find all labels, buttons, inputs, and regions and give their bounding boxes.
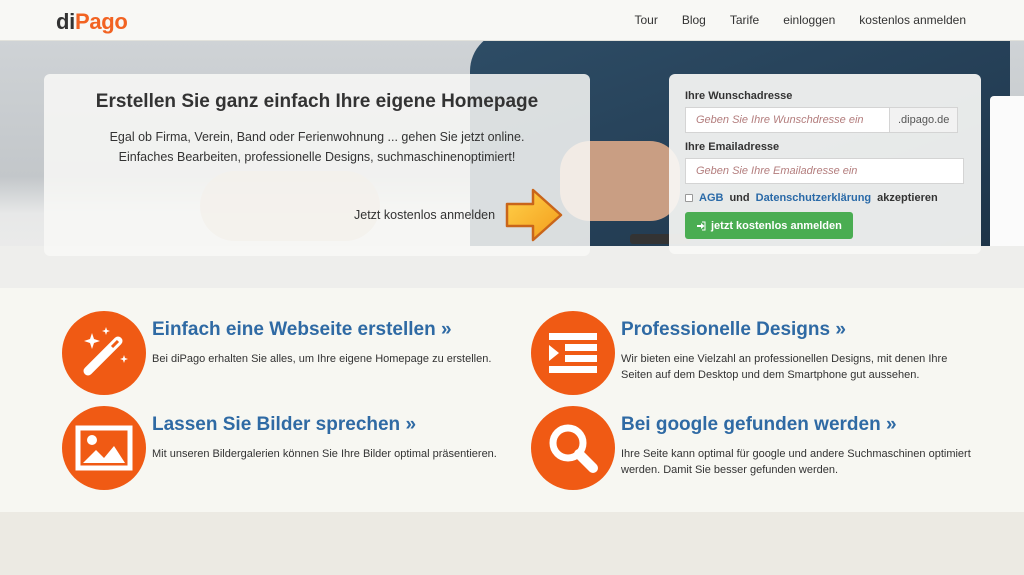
hero-line-2: Einfaches Bearbeiten, professionelle Des… <box>118 150 516 164</box>
nav-blog-link[interactable]: Blog <box>682 13 706 27</box>
terms-checkbox[interactable] <box>685 194 693 202</box>
feature-title: Bei google gefunden werden » <box>621 414 897 435</box>
agb-link[interactable]: AGB <box>699 192 723 204</box>
register-button[interactable]: jetzt kostenlos anmelden <box>685 212 853 239</box>
email-input[interactable]: Geben Sie Ihre Emailadresse ein <box>685 158 964 184</box>
email-label: Ihre Emailadresse <box>685 141 780 153</box>
logo-text-di: di <box>56 9 75 34</box>
feature-icon-circle <box>62 406 146 490</box>
address-input-group: Geben Sie Ihre Wunschdresse ein .dipago.… <box>685 107 965 133</box>
feature-icon-circle <box>531 406 615 490</box>
signup-form: Ihre Wunschadresse Geben Sie Ihre Wunsch… <box>669 74 981 254</box>
terms-accept-text: akzeptieren <box>877 192 938 204</box>
email-input-group: Geben Sie Ihre Emailadresse ein <box>685 158 965 184</box>
hero-cta-link[interactable]: Jetzt kostenlos anmelden <box>354 186 565 244</box>
address-input[interactable]: Geben Sie Ihre Wunschdresse ein <box>685 107 890 133</box>
feature-seo[interactable]: Bei google gefunden werden » Ihre Seite … <box>531 406 971 496</box>
footer-band <box>0 512 1024 575</box>
hero-line-1: Egal ob Firma, Verein, Band oder Ferienw… <box>109 130 525 144</box>
feature-icon-circle <box>531 311 615 395</box>
feature-create-website[interactable]: Einfach eine Webseite erstellen » Bei di… <box>62 311 502 401</box>
feature-text: Bei diPago erhalten Sie alles, um Ihre e… <box>152 353 492 365</box>
feature-images[interactable]: Lassen Sie Bilder sprechen » Mit unseren… <box>62 406 502 496</box>
feature-text: Ihre Seite kann optimal für google und a… <box>621 448 971 476</box>
address-label: Ihre Wunschadresse <box>685 90 793 102</box>
terms-row: AGB und Datenschutzerklärung akzeptieren <box>685 192 965 204</box>
privacy-link[interactable]: Datenschutzerklärung <box>756 192 872 204</box>
hero-title: Erstellen Sie ganz einfach Ihre eigene H… <box>95 91 539 112</box>
nav-tarife-link[interactable]: Tarife <box>730 13 759 27</box>
hero-cta-label: Jetzt kostenlos anmelden <box>354 208 496 222</box>
hero-section: Erstellen Sie ganz einfach Ihre eigene H… <box>0 41 1024 288</box>
search-icon <box>549 424 598 473</box>
arrow-right-icon <box>505 188 563 242</box>
nav-register-link[interactable]: kostenlos anmelden <box>859 13 966 27</box>
sign-in-icon <box>697 221 706 230</box>
features-section: Einfach eine Webseite erstellen » Bei di… <box>0 288 1024 512</box>
top-navbar: diPago Tour Blog Tarife einloggen kosten… <box>0 0 1024 41</box>
terms-and-text: und <box>729 192 750 204</box>
feature-title: Professionelle Designs » <box>621 319 846 340</box>
register-button-label: jetzt kostenlos anmelden <box>711 219 842 232</box>
dipago-logo[interactable]: diPago <box>56 9 128 35</box>
nav-login-link[interactable]: einloggen <box>783 13 835 27</box>
nav-links: Tour Blog Tarife einloggen kostenlos anm… <box>634 13 966 27</box>
feature-designs[interactable]: Professionelle Designs » Wir bieten eine… <box>531 311 971 401</box>
feature-text: Wir bieten eine Vielzahl an professionel… <box>621 353 948 381</box>
feature-text: Mit unseren Bildergalerien können Sie Ih… <box>152 448 497 460</box>
hero-background-cup <box>990 96 1024 251</box>
feature-icon-circle <box>62 311 146 395</box>
nav-tour-link[interactable]: Tour <box>634 13 657 27</box>
intro-box: Erstellen Sie ganz einfach Ihre eigene H… <box>44 74 590 256</box>
feature-title: Lassen Sie Bilder sprechen » <box>152 414 417 435</box>
layout-icon <box>549 333 597 373</box>
logo-text-pago: Pago <box>74 9 128 34</box>
feature-title: Einfach eine Webseite erstellen » <box>152 319 452 340</box>
address-suffix: .dipago.de <box>890 107 959 133</box>
image-icon <box>75 425 133 471</box>
magic-wand-icon <box>83 327 128 376</box>
hero-description: Egal ob Firma, Verein, Band oder Ferienw… <box>44 127 590 167</box>
